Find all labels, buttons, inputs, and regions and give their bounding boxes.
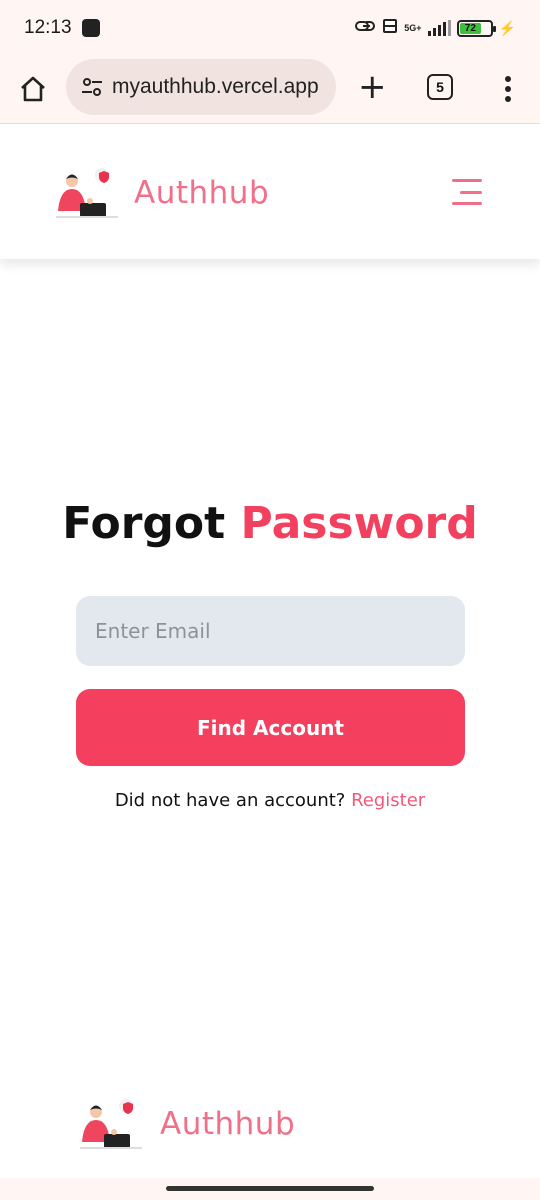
charging-icon: ⚡ [498, 19, 516, 36]
home-indicator[interactable] [166, 1186, 374, 1191]
tab-switcher-button[interactable]: 5 [427, 74, 453, 100]
site-settings-icon[interactable] [82, 78, 102, 96]
site-header: Authhub [0, 125, 540, 259]
title-part1: Forgot [62, 498, 226, 549]
footer-logo[interactable]: Authhub [76, 1096, 295, 1152]
more-menu-button[interactable] [498, 74, 518, 104]
find-account-button[interactable]: Find Account [76, 689, 465, 766]
link-icon [354, 18, 376, 39]
register-link[interactable]: Register [351, 790, 425, 811]
notification-icon [81, 19, 100, 37]
status-time: 12:13 [24, 17, 72, 38]
network-label: 5G+ [404, 22, 422, 33]
email-field[interactable] [76, 596, 465, 666]
hamburger-menu-icon[interactable] [450, 179, 482, 205]
header-logo[interactable]: Authhub [52, 165, 269, 221]
brand-name: Authhub [134, 175, 270, 211]
battery-level: 72 [459, 22, 482, 34]
signal-icon [427, 20, 451, 36]
new-tab-button[interactable]: + [358, 70, 387, 104]
home-icon [21, 76, 45, 102]
register-prompt: Did not have an account? Register [0, 790, 540, 811]
title-part2: Password [240, 498, 478, 549]
page-title: Forgot Password [0, 498, 540, 549]
browser-toolbar: myauthhub.vercel.app + 5 [0, 56, 540, 124]
url-text: myauthhub.vercel.app [112, 75, 319, 98]
footer-logo-illustration-icon [80, 1099, 142, 1149]
address-bar[interactable]: myauthhub.vercel.app [66, 59, 336, 115]
footer-brand-name: Authhub [160, 1106, 296, 1142]
status-bar: 12:13 5G+ 72 ⚡ [0, 0, 540, 56]
volte-icon [382, 18, 398, 39]
register-prompt-text: Did not have an account? [114, 790, 346, 811]
battery-icon: 72 [456, 19, 496, 37]
logo-illustration-icon [56, 168, 118, 218]
home-button[interactable] [18, 74, 48, 104]
